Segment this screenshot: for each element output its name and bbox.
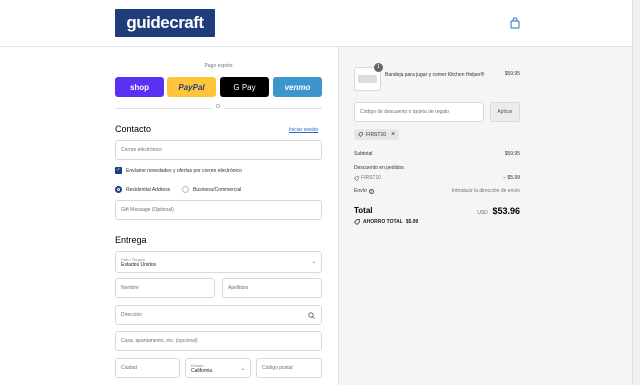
- city-field[interactable]: Ciudad: [115, 358, 180, 378]
- savings-label: AHORRO TOTAL: [363, 219, 403, 225]
- chevron-down-icon: ⌄: [311, 259, 316, 265]
- chevron-down-icon: ⌄: [240, 366, 245, 372]
- discount-code-row: FIRST10: [354, 175, 381, 181]
- apartment-placeholder: Casa, apartamento, etc. (opcional): [121, 338, 198, 344]
- discount-placeholder: Código de descuento o tarjeta de regalo: [360, 109, 449, 115]
- express-checkout-label: Pago exprés: [204, 63, 233, 69]
- residential-label: Residential Address: [126, 187, 171, 193]
- or-label: O: [212, 104, 224, 110]
- google-pay-button[interactable]: G Pay: [220, 77, 269, 97]
- business-radio[interactable]: [182, 186, 189, 193]
- total-label: Total: [354, 206, 373, 215]
- state-value: California: [191, 367, 213, 374]
- last-name-field[interactable]: Apellidos: [222, 278, 322, 298]
- city-placeholder: Ciudad: [121, 365, 137, 371]
- order-summary-panel: [338, 47, 640, 385]
- applied-code: FIRST10: [366, 131, 387, 138]
- login-link[interactable]: Iniciar sesión: [289, 127, 318, 133]
- page-scrollbar[interactable]: [632, 0, 640, 385]
- quantity-badge: 1: [374, 63, 383, 72]
- total-savings: AHORRO TOTAL $5.99: [354, 219, 418, 225]
- tag-icon: [354, 175, 359, 181]
- gift-message-field[interactable]: Gift Message (Optional): [115, 200, 322, 220]
- subtotal-label: Subtotal: [354, 151, 373, 157]
- email-placeholder: Correo electrónico: [121, 147, 162, 153]
- guidecraft-logo[interactable]: guidecraft: [115, 9, 215, 37]
- savings-value: $5.99: [405, 219, 419, 225]
- shopping-bag-icon[interactable]: [509, 17, 521, 29]
- shipping-value: Introducir la dirección de envío: [451, 188, 520, 194]
- tag-icon: [354, 219, 360, 225]
- applied-discount-chip: FIRST10 ×: [354, 129, 400, 140]
- apartment-field[interactable]: Casa, apartamento, etc. (opcional): [115, 331, 322, 351]
- delivery-title: Entrega: [115, 235, 147, 245]
- country-value: Estados Unidos: [121, 261, 157, 268]
- shipping-label: Envío: [354, 188, 367, 194]
- order-discount-label: Descuento en pedidos: [354, 165, 404, 171]
- newsletter-checkbox[interactable]: ✓: [115, 167, 122, 174]
- newsletter-label: Envíame novedades y ofertas por correo e…: [126, 168, 242, 174]
- address-field[interactable]: Dirección: [115, 305, 322, 325]
- header: guidecraft: [0, 0, 640, 47]
- state-select[interactable]: Estado California ⌄: [185, 358, 251, 378]
- paypal-button[interactable]: PayPal: [167, 77, 216, 97]
- total-row: USD $53.96: [430, 206, 520, 216]
- first-name-placeholder: Nombre: [121, 285, 139, 291]
- discount-value: − $5.99: [503, 175, 520, 181]
- gift-message-placeholder: Gift Message (Optional): [121, 207, 174, 213]
- first-name-field[interactable]: Nombre: [115, 278, 215, 298]
- product-name: Bandeja para jugar y comer Kitchen Helpe…: [385, 72, 485, 78]
- address-placeholder: Dirección: [121, 312, 142, 318]
- search-icon: [308, 312, 315, 319]
- apply-discount-button[interactable]: Aplicar: [490, 102, 520, 122]
- business-label: Business/Commercial: [193, 187, 242, 193]
- currency-label: USD: [477, 210, 488, 216]
- help-icon[interactable]: ?: [368, 188, 374, 194]
- product-price: $59.95: [504, 71, 520, 77]
- zip-placeholder: Código postal: [262, 365, 293, 371]
- contact-title: Contacto: [115, 124, 152, 134]
- last-name-placeholder: Apellidos: [228, 285, 249, 291]
- tag-icon: [358, 132, 363, 137]
- shop-pay-button[interactable]: shop: [115, 77, 164, 97]
- remove-discount-icon[interactable]: ×: [391, 131, 395, 138]
- product-image: [358, 75, 377, 83]
- residential-radio[interactable]: [115, 186, 122, 193]
- venmo-button[interactable]: venmo: [273, 77, 322, 97]
- discount-code: FIRST10: [361, 175, 382, 181]
- country-select[interactable]: País / Región Estados Unidos ⌄: [115, 251, 322, 273]
- subtotal-value: $59.95: [504, 151, 520, 157]
- discount-code-field[interactable]: Código de descuento o tarjeta de regalo: [354, 102, 484, 122]
- shipping-row: Envío ?: [354, 188, 374, 194]
- total-value: $53.96: [492, 206, 520, 216]
- zip-field[interactable]: Código postal: [256, 358, 322, 378]
- email-field[interactable]: Correo electrónico: [115, 140, 322, 160]
